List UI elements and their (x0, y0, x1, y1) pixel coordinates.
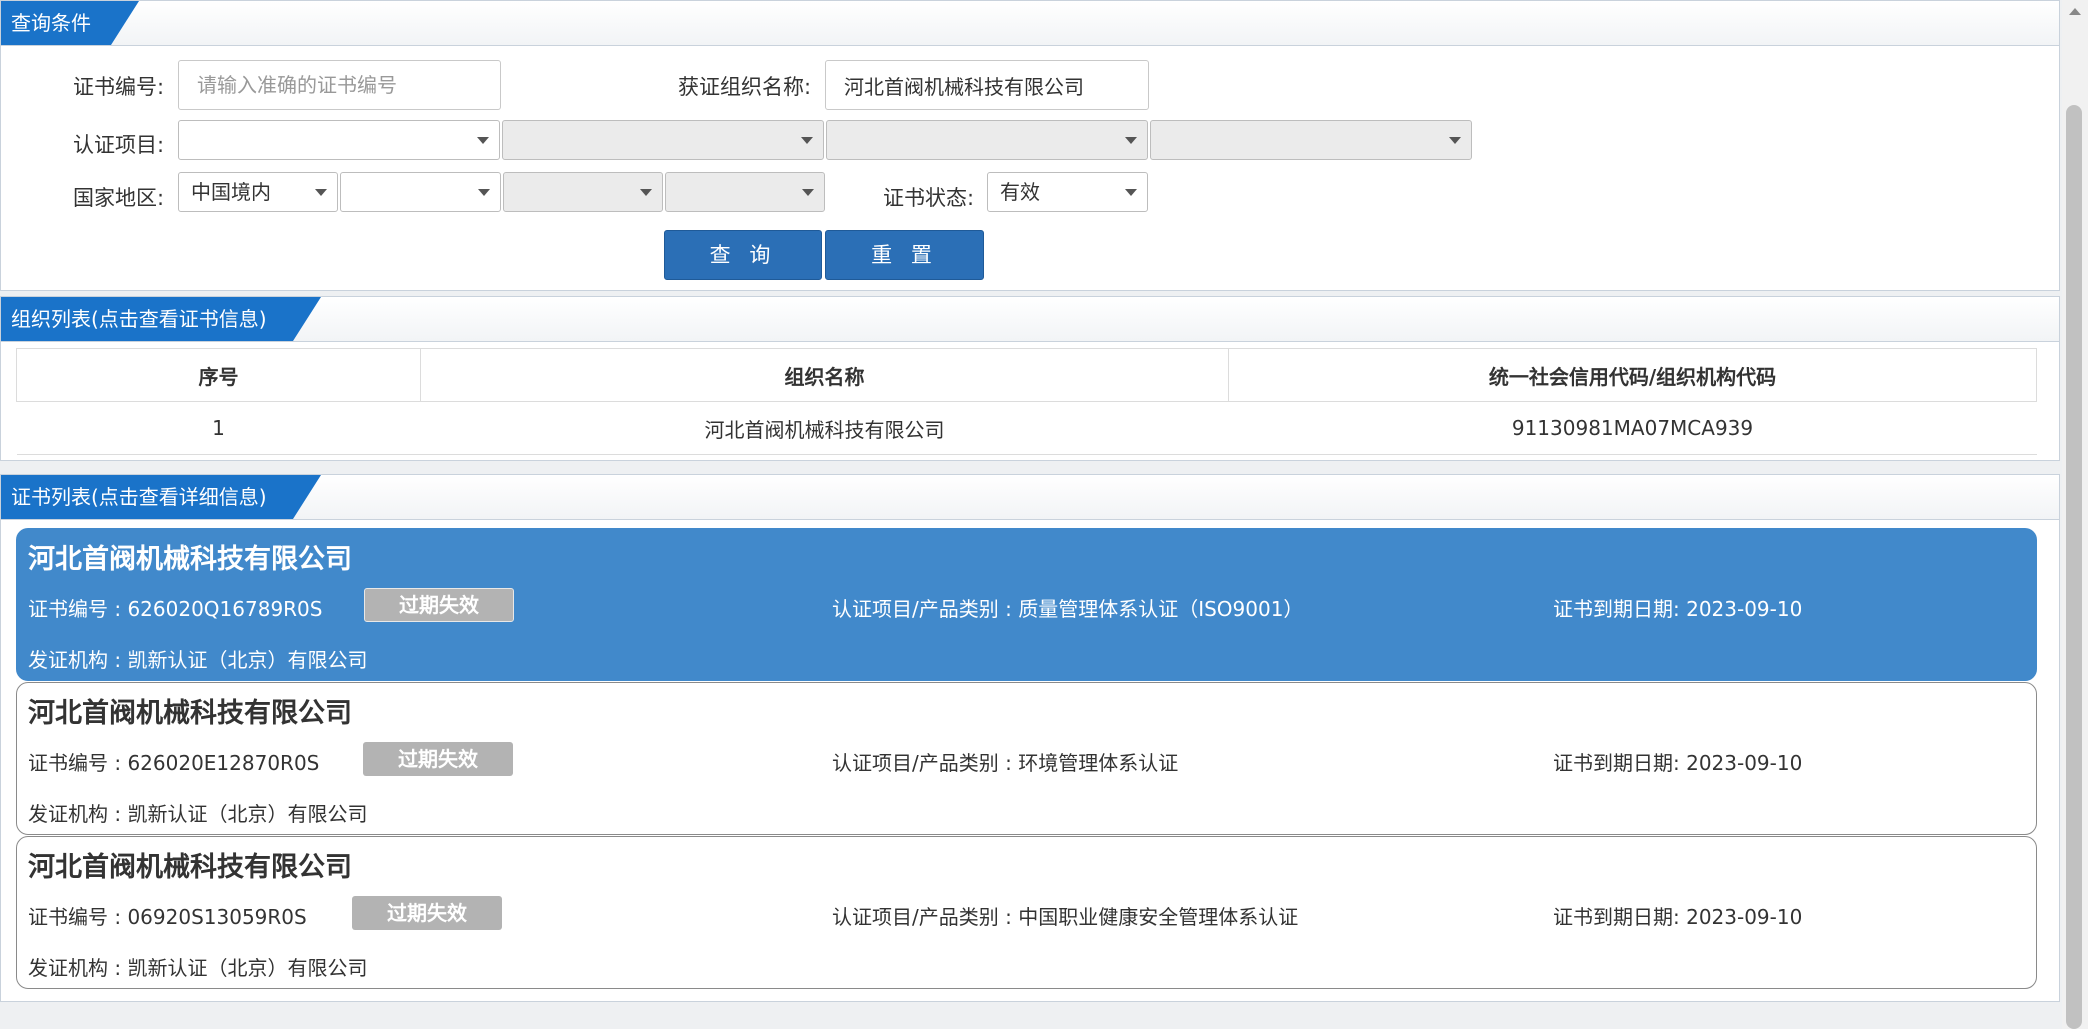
org-list-panel-tab: 组织列表(点击查看证书信息) (1, 297, 321, 341)
chevron-down-icon (640, 189, 652, 196)
region-select-2[interactable] (340, 172, 501, 212)
cert-item-label: 认证项目: (73, 133, 165, 157)
cert-card-title: 河北首阀机械科技有限公司 (28, 544, 352, 575)
scrollbar-thumb[interactable] (2066, 105, 2082, 1029)
cert-item-select-4[interactable] (1150, 120, 1472, 160)
reset-button[interactable]: 重 置 (825, 230, 984, 280)
table-row[interactable]: 1 河北首阀机械科技有限公司 91130981MA07MCA939 (16, 401, 2037, 455)
region-select-3[interactable] (503, 172, 663, 212)
col-header-index: 序号 (16, 348, 421, 402)
scroll-up-arrow-icon[interactable] (2069, 8, 2081, 15)
cert-card-number: 证书编号 : 626020E12870R0S (28, 751, 320, 775)
cert-list-panel-tab: 证书列表(点击查看详细信息) (1, 475, 321, 519)
cert-card-title: 河北首阀机械科技有限公司 (28, 698, 352, 729)
cell-credit-code: 91130981MA07MCA939 (1228, 401, 2037, 455)
cert-card-issuer: 发证机构 : 凯新认证（北京）有限公司 (28, 648, 368, 672)
org-name-label: 获证组织名称: (678, 75, 812, 99)
org-name-input[interactable] (825, 60, 1149, 110)
chevron-down-icon (1125, 189, 1137, 196)
search-button[interactable]: 查 询 (664, 230, 822, 280)
region-select-4[interactable] (665, 172, 825, 212)
cert-card-expiry: 证书到期日期: 2023-09-10 (1553, 905, 1803, 929)
cert-item-select-1[interactable] (178, 120, 500, 160)
status-select-value: 有效 (1000, 180, 1040, 204)
cert-no-input[interactable] (178, 60, 501, 110)
status-badge: 过期失效 (352, 896, 502, 930)
cert-card-number: 证书编号 : 06920S13059R0S (28, 905, 307, 929)
cert-card[interactable]: 河北首阀机械科技有限公司 证书编号 : 626020E12870R0S 过期失效… (16, 682, 2037, 835)
chevron-down-icon (315, 189, 327, 196)
region-select-1-value: 中国境内 (191, 180, 271, 204)
cert-card-item: 认证项目/产品类别 : 质量管理体系认证（ISO9001） (832, 597, 1304, 621)
chevron-down-icon (478, 189, 490, 196)
org-table: 序号 组织名称 统一社会信用代码/组织机构代码 1 河北首阀机械科技有限公司 9… (16, 348, 2037, 455)
query-panel-tab: 查询条件 (1, 1, 139, 45)
chevron-down-icon (801, 137, 813, 144)
col-header-org-name: 组织名称 (420, 348, 1229, 402)
status-badge: 过期失效 (363, 742, 513, 776)
cert-card-expiry: 证书到期日期: 2023-09-10 (1553, 597, 1803, 621)
chevron-down-icon (802, 189, 814, 196)
cert-card-item: 认证项目/产品类别 : 中国职业健康安全管理体系认证 (832, 905, 1299, 929)
chevron-down-icon (1125, 137, 1137, 144)
query-panel-header: 查询条件 (1, 1, 2059, 46)
org-list-panel-header: 组织列表(点击查看证书信息) (1, 297, 2059, 342)
cert-card-issuer: 发证机构 : 凯新认证（北京）有限公司 (28, 802, 368, 826)
cert-card-item: 认证项目/产品类别 : 环境管理体系认证 (832, 751, 1179, 775)
cert-card[interactable]: 河北首阀机械科技有限公司 证书编号 : 06920S13059R0S 过期失效 … (16, 836, 2037, 989)
cell-index: 1 (16, 401, 421, 455)
cert-no-label: 证书编号: (73, 75, 165, 99)
cert-list-panel-header: 证书列表(点击查看详细信息) (1, 475, 2059, 520)
cert-card-expiry: 证书到期日期: 2023-09-10 (1553, 751, 1803, 775)
status-badge: 过期失效 (364, 588, 514, 622)
chevron-down-icon (1449, 137, 1461, 144)
chevron-down-icon (477, 137, 489, 144)
status-select[interactable]: 有效 (987, 172, 1148, 212)
query-panel: 查询条件 证书编号: 获证组织名称: 认证项目: 国家地区: 中国境内 证书状态 (0, 0, 2060, 291)
cert-item-select-2[interactable] (502, 120, 824, 160)
region-select-1[interactable]: 中国境内 (178, 172, 338, 212)
cert-card-issuer: 发证机构 : 凯新认证（北京）有限公司 (28, 956, 368, 980)
status-label: 证书状态: (883, 186, 975, 210)
cert-card[interactable]: 河北首阀机械科技有限公司 证书编号 : 626020Q16789R0S 过期失效… (16, 528, 2037, 681)
region-label: 国家地区: (73, 186, 165, 210)
cell-org-name: 河北首阀机械科技有限公司 (420, 401, 1229, 455)
cert-card-title: 河北首阀机械科技有限公司 (28, 852, 352, 883)
col-header-credit-code: 统一社会信用代码/组织机构代码 (1228, 348, 2037, 402)
cert-item-select-3[interactable] (826, 120, 1148, 160)
cert-card-number: 证书编号 : 626020Q16789R0S (28, 597, 323, 621)
